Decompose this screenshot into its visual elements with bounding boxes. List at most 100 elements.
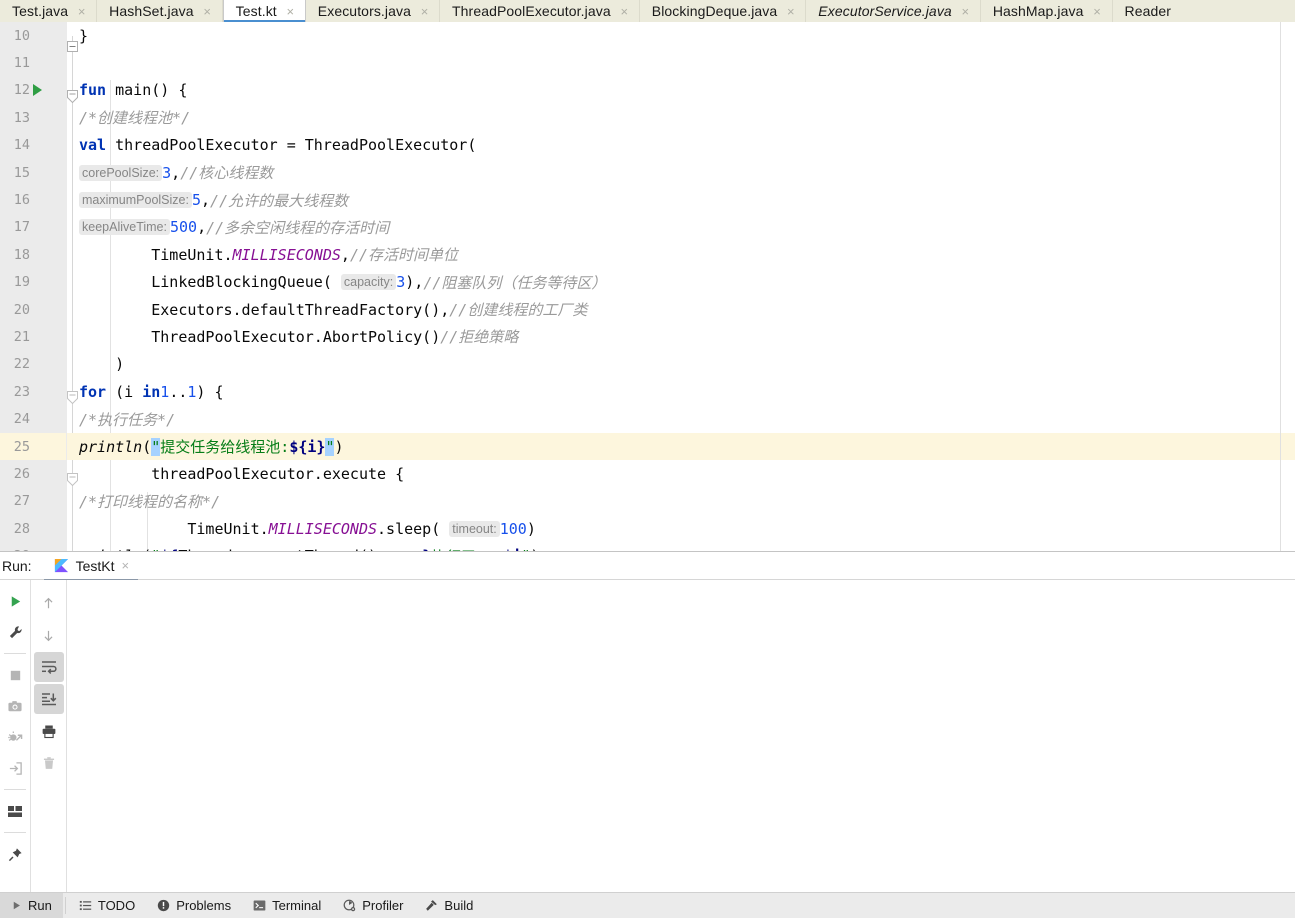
close-icon[interactable]: × [285, 5, 296, 18]
editor-tab-reader[interactable]: Reader [1112, 0, 1181, 22]
code-line-17[interactable]: keepAliveTime: 500,//多余空闲线程的存活时间 [67, 214, 1295, 241]
editor-tab-test-kt[interactable]: Test.kt × [222, 0, 306, 22]
editor-tab-executorservice-java[interactable]: ExecutorService.java × [806, 0, 981, 22]
code-lines[interactable]: } fun main() { /*创建线程池*/ val threadPoolEx… [67, 22, 1295, 552]
gutter-line-16[interactable]: 16 [0, 186, 66, 213]
gutter-line-23[interactable]: 23 [0, 378, 66, 405]
code-line-27[interactable]: /*打印线程的名称*/ [67, 488, 1295, 515]
code-line-11[interactable] [67, 49, 1295, 76]
gutter-line-11[interactable]: 11 [0, 49, 66, 76]
dump-threads-button[interactable] [2, 754, 28, 782]
line-number: 27 [13, 493, 30, 510]
gutter-line-25[interactable]: 25 [0, 432, 66, 461]
close-icon[interactable]: × [419, 5, 430, 18]
gutter-line-26[interactable]: 26 [0, 460, 66, 487]
down-stack-button[interactable] [34, 620, 64, 650]
line-number: 21 [13, 328, 30, 345]
code-line-13[interactable]: /*创建线程池*/ [67, 104, 1295, 131]
console-output[interactable] [67, 580, 1295, 892]
code-line-24[interactable]: /*执行任务*/ [67, 405, 1295, 432]
gutter-line-22[interactable]: 22 [0, 351, 66, 378]
line-number: 15 [13, 164, 30, 181]
code-line-26[interactable]: threadPoolExecutor.execute { [67, 460, 1295, 487]
status-bar-item-profiler[interactable]: Profiler [332, 893, 414, 918]
gutter-line-15[interactable]: 15 [0, 159, 66, 186]
editor-tab-hashset-java[interactable]: HashSet.java × [97, 0, 223, 22]
gutter-line-18[interactable]: 18 [0, 241, 66, 268]
layout-icon [7, 805, 23, 818]
close-icon[interactable]: × [1092, 5, 1103, 18]
gutter-line-19[interactable]: 19 [0, 269, 66, 296]
gutter-line-21[interactable]: 21 [0, 323, 66, 350]
close-icon[interactable]: × [76, 5, 87, 18]
ide-window: Test.java × HashSet.java × Test.kt × Executors… [0, 0, 1295, 918]
layout-button[interactable] [2, 797, 28, 825]
gutter-line-12[interactable]: 12 [0, 77, 66, 104]
code-line-25[interactable]: println(" 提交任务给线程池: ${i} ") [67, 432, 1295, 461]
play-icon [8, 594, 23, 609]
code-line-12[interactable]: fun main() { [67, 77, 1295, 104]
close-icon[interactable]: × [121, 558, 129, 573]
debug-attach-button[interactable] [2, 723, 28, 751]
up-stack-button[interactable] [34, 588, 64, 618]
gutter-line-14[interactable]: 14 [0, 132, 66, 159]
edit-config-button[interactable] [2, 618, 28, 646]
code-line-15[interactable]: corePoolSize: 3,//核心线程数 [67, 159, 1295, 186]
close-icon[interactable]: × [960, 5, 971, 18]
status-bar-item-terminal[interactable]: Terminal [242, 893, 332, 918]
status-bar-item-label: Profiler [362, 898, 404, 913]
rerun-button[interactable] [2, 587, 28, 615]
editor-tab-blockingdeque-java[interactable]: BlockingDeque.java × [639, 0, 807, 22]
screenshot-button[interactable] [2, 692, 28, 720]
code-line-10[interactable]: } [67, 22, 1295, 49]
editor-tab-hashmap-java[interactable]: HashMap.java × [980, 0, 1113, 22]
code-line-20[interactable]: Executors.defaultThreadFactory(),//创建线程的… [67, 296, 1295, 323]
run-tab-testkt[interactable]: TestKt × [43, 551, 139, 581]
editor-tab-label: HashMap.java [992, 3, 1084, 19]
gutter-line-10[interactable]: 10 [0, 22, 66, 49]
status-bar-item-run[interactable]: Run [0, 893, 63, 918]
close-icon[interactable]: × [785, 5, 796, 18]
status-bar-item-label: Build [444, 898, 474, 913]
status-bar-item-label: TODO [97, 898, 136, 913]
editor-tab-test-java[interactable]: Test.java × [0, 0, 98, 22]
gutter-line-13[interactable]: 13 [0, 104, 66, 131]
code-line-18[interactable]: TimeUnit. MILLISECONDS,//存活时间单位 [67, 241, 1295, 268]
code-line-16[interactable]: maximumPoolSize: 5,//允许的最大线程数 [67, 186, 1295, 213]
run-tool-window-body [0, 580, 1295, 892]
soft-wrap-button[interactable] [33, 652, 64, 682]
editor-tab-threadpoolexecutor-java[interactable]: ThreadPoolExecutor.java × [440, 0, 640, 22]
code-line-14[interactable]: val threadPoolExecutor = ThreadPoolExecu… [67, 132, 1295, 159]
gutter-line-17[interactable]: 17 [0, 214, 66, 241]
gutter-line-20[interactable]: 20 [0, 296, 66, 323]
gutter-line-24[interactable]: 24 [0, 405, 66, 432]
code-line-22[interactable]: ) [67, 351, 1295, 378]
pin-tab-button[interactable] [2, 840, 28, 868]
close-icon[interactable]: × [202, 5, 213, 18]
print-button[interactable] [34, 716, 64, 746]
status-bar-item-todo[interactable]: TODO [68, 893, 146, 918]
run-gutter-icon[interactable] [33, 84, 42, 97]
code-line-23[interactable]: for (i in 1.. 1) { [67, 378, 1295, 405]
code-line-28[interactable]: TimeUnit. MILLISECONDS .sleep( timeout: 10… [67, 515, 1295, 542]
code-canvas[interactable]: } fun main() { /*创建线程池*/ val threadPoolEx… [67, 22, 1295, 552]
clear-all-button[interactable] [34, 748, 64, 778]
printer-icon [41, 724, 57, 739]
editor-tab-executors-java[interactable]: Executors.java × [305, 0, 441, 22]
status-bar-item-label: Terminal [272, 898, 322, 913]
console-toolbar [31, 580, 67, 892]
close-icon[interactable]: × [619, 5, 630, 18]
editor-tab-label: BlockingDeque.java [651, 3, 778, 19]
status-bar-item-build[interactable]: Build [414, 893, 484, 918]
pin-icon [8, 847, 23, 862]
code-line-21[interactable]: ThreadPoolExecutor.AbortPolicy()//拒绝策略 [67, 323, 1295, 350]
code-line-19[interactable]: LinkedBlockingQueue( capacity: 3),//阻塞队列… [67, 269, 1295, 296]
gutter-line-27[interactable]: 27 [0, 488, 66, 515]
status-bar-item-problems[interactable]: Problems [146, 893, 242, 918]
line-number: 23 [13, 383, 30, 400]
scroll-to-end-button[interactable] [33, 684, 64, 714]
editor-gutter[interactable]: 1011121314151617181920212223242526272829 [0, 22, 67, 552]
soft-wrap-icon [41, 660, 57, 674]
gutter-line-28[interactable]: 28 [0, 515, 66, 542]
stop-button[interactable] [2, 661, 28, 689]
